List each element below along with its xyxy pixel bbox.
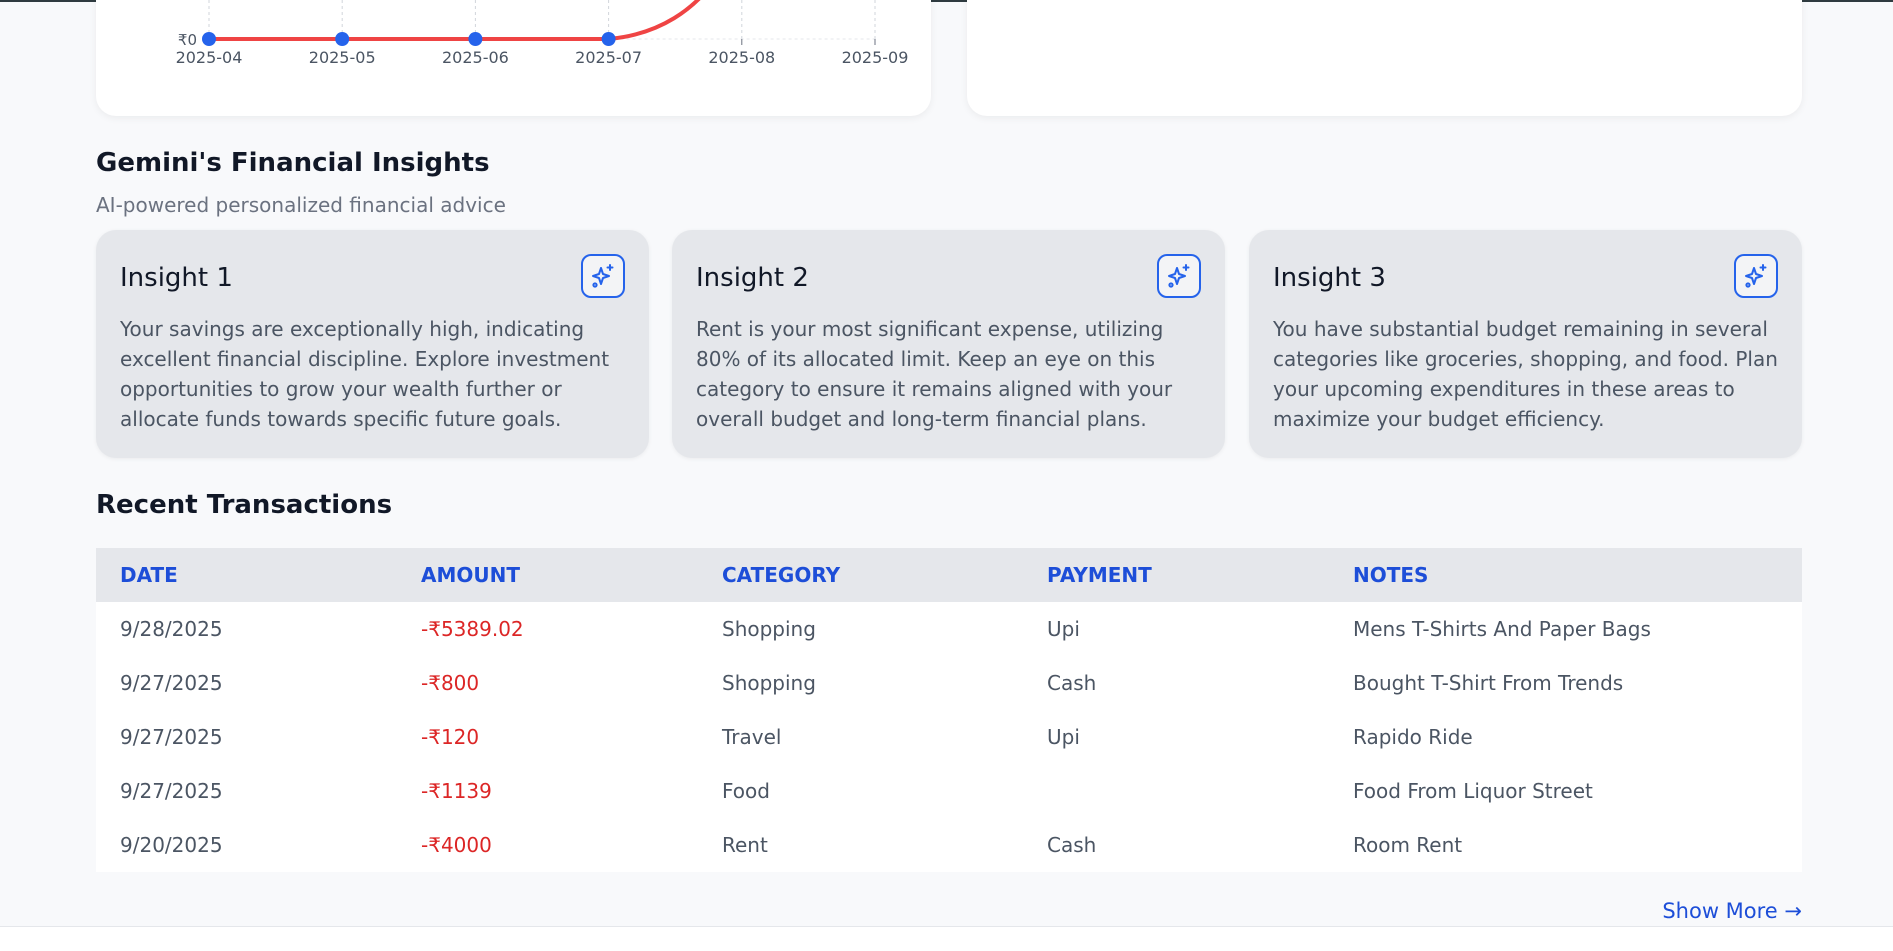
cell-amount: -₹120 — [421, 725, 480, 749]
spending-trend-chart-card: 2025-04 2025-05 2025-06 2025-07 2025-08 2025-… — [96, 0, 931, 116]
table-row: 9/27/2025 -₹800 Shopping Cash Bought T-S… — [96, 656, 1802, 710]
cell-amount: -₹800 — [421, 671, 480, 695]
transactions-table: DATE AMOUNT CATEGORY PAYMENT NOTES 9/28/… — [96, 548, 1802, 872]
table-row: 9/28/2025 -₹5389.02 Shopping Upi Mens T-… — [96, 602, 1802, 656]
column-header-payment: PAYMENT — [1023, 548, 1329, 602]
insight-card-1: Insight 1 Your savings are exceptionally… — [96, 230, 649, 458]
x-tick-label: 2025-05 — [309, 48, 376, 67]
category-chart-card — [967, 0, 1802, 116]
table-row: 9/27/2025 -₹1139 Food Food From Liquor S… — [96, 764, 1802, 818]
cell-amount: -₹5389.02 — [421, 617, 524, 641]
insight-card-3: Insight 3 You have substantial budget re… — [1249, 230, 1802, 458]
column-header-category: CATEGORY — [698, 548, 1023, 602]
y-tick-label: ₹0 — [178, 31, 197, 49]
series-line — [207, 0, 701, 41]
cell-date: 9/27/2025 — [120, 671, 223, 695]
cell-notes: Room Rent — [1353, 833, 1463, 857]
cell-notes: Mens T-Shirts And Paper Bags — [1353, 617, 1651, 641]
cell-amount: -₹4000 — [421, 833, 492, 857]
spending-trend-chart: 2025-04 2025-05 2025-06 2025-07 2025-08 2025-… — [176, 0, 909, 67]
cell-notes: Bought T-Shirt From Trends — [1353, 671, 1624, 695]
sparkles-icon — [1734, 254, 1778, 298]
insight-title: Insight 3 — [1273, 263, 1386, 293]
sparkles-icon — [581, 254, 625, 298]
insights-title: Gemini's Financial Insights — [96, 148, 490, 178]
insight-title: Insight 1 — [120, 263, 233, 293]
cell-date: 9/27/2025 — [120, 779, 223, 803]
cell-payment: Upi — [1047, 725, 1080, 749]
cell-payment: Cash — [1047, 833, 1097, 857]
table-header-row: DATE AMOUNT CATEGORY PAYMENT NOTES — [96, 548, 1802, 602]
data-point — [601, 32, 616, 46]
cell-payment: Upi — [1047, 617, 1080, 641]
column-header-notes: NOTES — [1329, 548, 1802, 602]
cell-date: 9/27/2025 — [120, 725, 223, 749]
show-more-link[interactable]: Show More → — [1662, 899, 1802, 923]
table-row: 9/27/2025 -₹120 Travel Upi Rapido Ride — [96, 710, 1802, 764]
insight-title: Insight 2 — [696, 263, 809, 293]
cell-category: Shopping — [722, 617, 816, 641]
x-tick-label: 2025-08 — [708, 48, 775, 67]
cell-payment — [1023, 764, 1329, 818]
insight-text: Rent is your most significant expense, u… — [696, 317, 1173, 431]
cell-notes: Rapido Ride — [1353, 725, 1473, 749]
cell-category: Rent — [722, 833, 768, 857]
table-row: 9/20/2025 -₹4000 Rent Cash Room Rent — [96, 818, 1802, 872]
recent-transactions-title: Recent Transactions — [96, 490, 393, 520]
x-tick-label: 2025-07 — [575, 48, 642, 67]
x-tick-label: 2025-04 — [176, 48, 243, 67]
data-point — [335, 32, 350, 46]
column-header-amount: AMOUNT — [397, 548, 698, 602]
x-tick-label: 2025-09 — [842, 48, 909, 67]
cell-category: Shopping — [722, 671, 816, 695]
insight-text: Your savings are exceptionally high, ind… — [120, 317, 610, 431]
insight-card-2: Insight 2 Rent is your most significant … — [672, 230, 1225, 458]
x-tick-label: 2025-06 — [442, 48, 509, 67]
cell-category: Travel — [722, 725, 782, 749]
cell-date: 9/28/2025 — [120, 617, 223, 641]
insights-subtitle: AI-powered personalized financial advice — [96, 193, 506, 217]
sparkles-icon — [1157, 254, 1201, 298]
insight-text: You have substantial budget remaining in… — [1273, 317, 1778, 431]
data-point — [202, 32, 216, 46]
column-header-date: DATE — [96, 548, 397, 602]
cell-category: Food — [722, 779, 770, 803]
cell-amount: -₹1139 — [421, 779, 492, 803]
cell-date: 9/20/2025 — [120, 833, 223, 857]
data-point — [468, 32, 483, 46]
cell-payment: Cash — [1047, 671, 1097, 695]
cell-notes: Food From Liquor Street — [1353, 779, 1593, 803]
window-bottom-bar — [0, 926, 1893, 951]
